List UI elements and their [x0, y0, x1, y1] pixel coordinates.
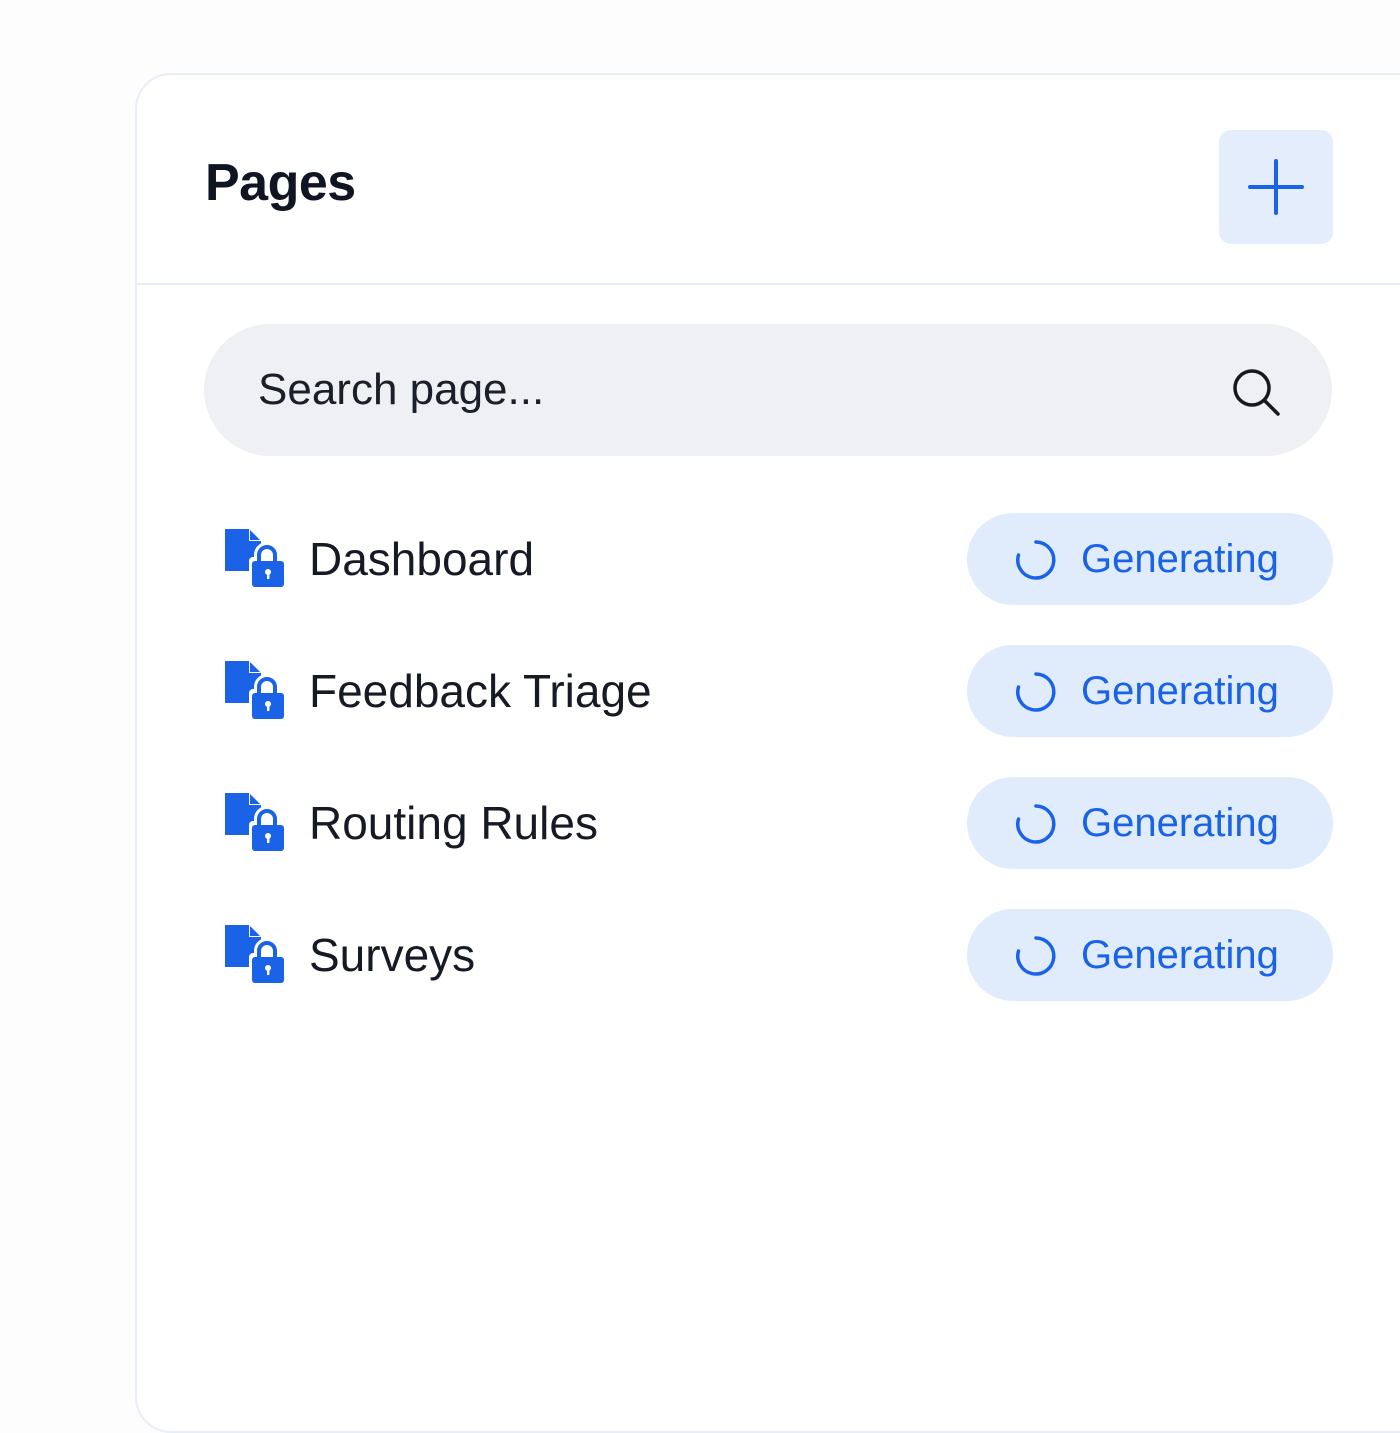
status-label: Generating	[1081, 669, 1279, 713]
spinner-icon	[1016, 936, 1056, 976]
status-label: Generating	[1081, 933, 1279, 977]
search-input[interactable]	[258, 324, 1158, 456]
locked-document-icon	[225, 661, 285, 719]
list-item-2[interactable]: Feedback Triage Generating	[137, 645, 1400, 737]
list-item-4[interactable]: Surveys Generating	[137, 909, 1400, 1001]
page-label: Dashboard	[309, 533, 535, 585]
status-label: Generating	[1081, 537, 1279, 581]
status-badge: Generating	[967, 513, 1333, 605]
spinner-icon	[1016, 804, 1056, 844]
add-page-button[interactable]	[1219, 130, 1333, 244]
status-badge: Generating	[967, 909, 1333, 1001]
pages-panel: Pages Dashboard	[135, 73, 1400, 1433]
panel-header: Pages	[137, 75, 1400, 285]
search-icon[interactable]	[1230, 366, 1282, 418]
page-label: Routing Rules	[309, 797, 598, 849]
status-badge: Generating	[967, 645, 1333, 737]
page-label: Feedback Triage	[309, 665, 652, 717]
list-item-3[interactable]: Routing Rules Generating	[137, 777, 1400, 869]
search-bar	[204, 324, 1332, 456]
locked-document-icon	[225, 793, 285, 851]
locked-document-icon	[225, 529, 285, 587]
spinner-icon	[1016, 672, 1056, 712]
spinner-icon	[1016, 540, 1056, 580]
status-badge: Generating	[967, 777, 1333, 869]
plus-icon	[1248, 159, 1304, 215]
list-item-1[interactable]: Dashboard Generating	[137, 513, 1400, 605]
page-title: Pages	[205, 154, 356, 212]
status-label: Generating	[1081, 801, 1279, 845]
page-label: Surveys	[309, 929, 476, 981]
locked-document-icon	[225, 925, 285, 983]
